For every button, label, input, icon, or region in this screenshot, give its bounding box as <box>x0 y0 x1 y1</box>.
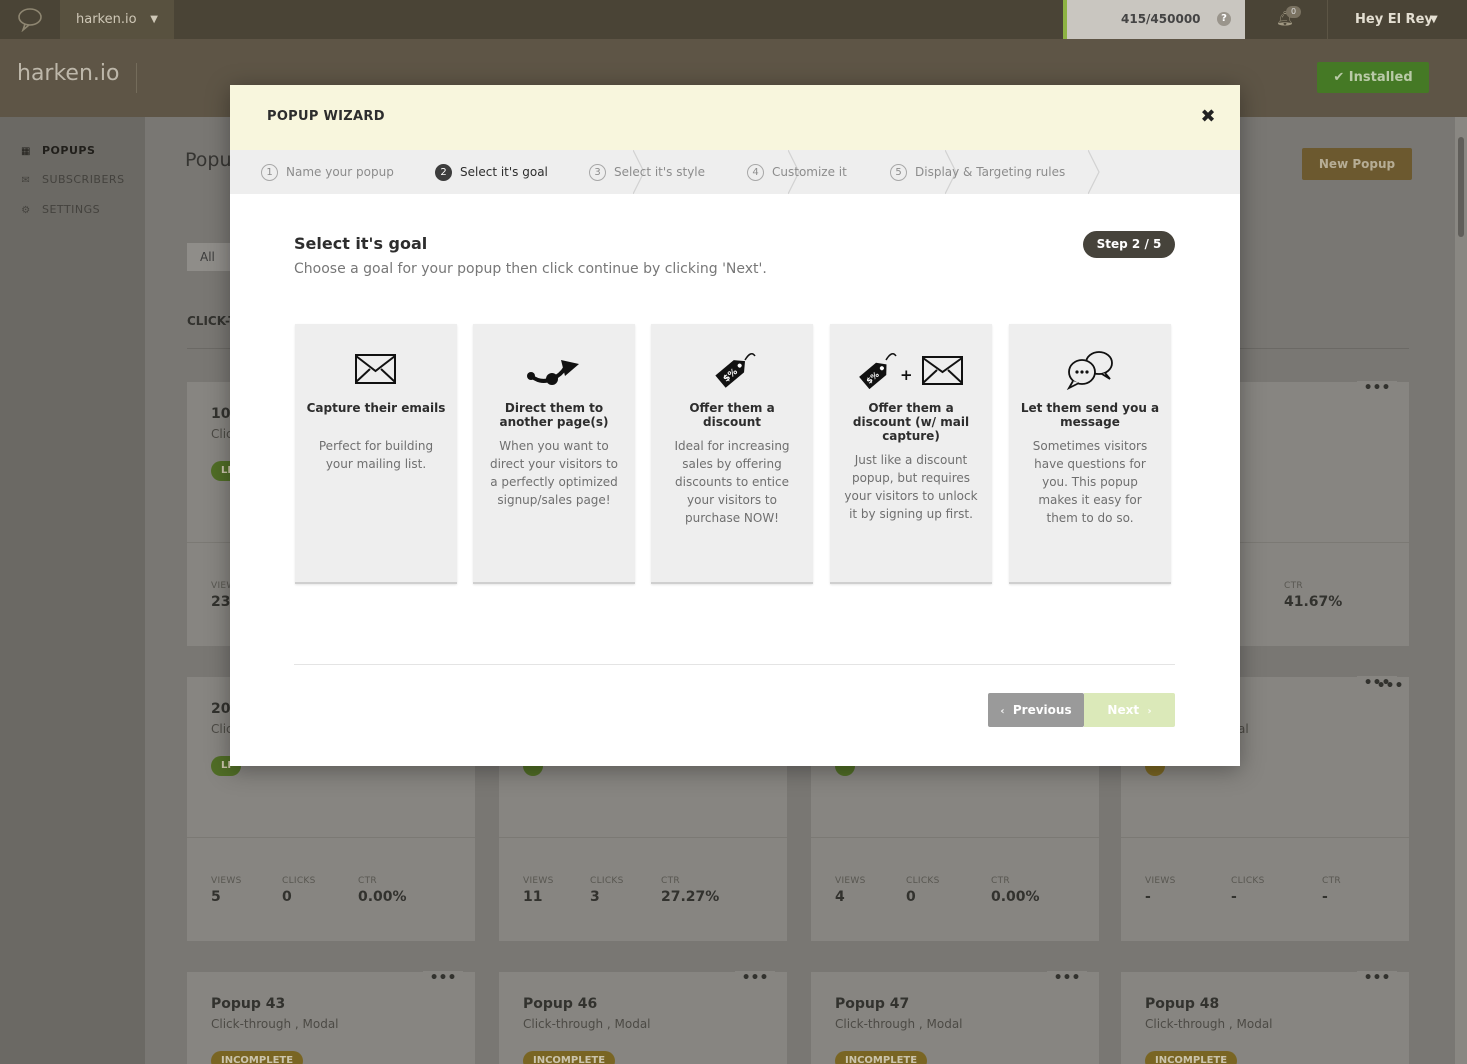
step-name-your-popup[interactable]: 1 Name your popup <box>261 150 394 194</box>
goal-title: Capture their emails <box>306 401 446 415</box>
step-select-goal[interactable]: 2 Select it's goal <box>435 150 548 194</box>
previous-label: Previous <box>1012 703 1072 717</box>
site-switcher[interactable]: harken.io ▼ <box>60 0 174 39</box>
plus-sign: + <box>900 366 913 384</box>
footer-divider <box>294 664 1175 665</box>
step-label: Name your popup <box>286 165 394 179</box>
modal-title: POPUP WIZARD <box>267 109 385 124</box>
chevron-down-icon: ▼ <box>150 14 158 25</box>
content-subtitle: Choose a goal for your popup then click … <box>294 261 767 277</box>
logo-speech-bubble-icon[interactable] <box>16 6 44 32</box>
step-label: Select it's goal <box>460 165 548 179</box>
popup-wizard-modal: POPUP WIZARD ✖ 1 Name your popup 2 Select … <box>230 85 1240 766</box>
wizard-steps: 1 Name your popup 2 Select it's goal 3 Sele… <box>230 150 1240 194</box>
goal-discount-with-mail-capture[interactable]: $% + Offer them a discount (w/ mail capt… <box>830 324 992 584</box>
next-button[interactable]: Next › <box>1084 693 1175 727</box>
notification-count-badge: 0 <box>1286 6 1301 18</box>
close-icon[interactable]: ✖ <box>1196 105 1220 129</box>
chevron-right-icon: › <box>1147 706 1152 717</box>
step-select-style[interactable]: 3 Select it's style <box>589 150 705 194</box>
goal-description: Perfect for building your mailing list. <box>318 439 434 471</box>
step-label: Select it's style <box>614 165 706 179</box>
goal-capture-emails[interactable]: Capture their emails Perfect for buildin… <box>295 324 457 584</box>
goal-redirect[interactable]: Direct them to another page(s) When you … <box>473 324 635 584</box>
step-number: 3 <box>589 164 606 181</box>
step-separator-chevron <box>1088 150 1100 194</box>
step-label: Customize it <box>772 165 847 179</box>
goal-title: Offer them a discount (w/ mail capture) <box>852 401 970 443</box>
tag-plus-envelope-icon: $% + <box>859 353 963 390</box>
goal-title: Offer them a discount <box>689 401 775 429</box>
step-number: 1 <box>261 164 278 181</box>
step-display-targeting[interactable]: 5 Display & Targeting rules <box>890 150 1065 194</box>
topbar-divider <box>1327 0 1328 39</box>
goal-description: Sometimes visitors have questions for yo… <box>1032 439 1148 525</box>
previous-button[interactable]: ‹ Previous <box>988 693 1084 727</box>
goal-description: When you want to direct your visitors to… <box>489 439 619 507</box>
step-progress-badge: Step 2 / 5 <box>1083 231 1175 258</box>
top-bar: harken.io ▼ 415/450000 ? 🔔︎ 0 Hey El Rey… <box>0 0 1467 39</box>
goal-title: Let them send you a message <box>1020 401 1160 429</box>
chevron-down-icon[interactable]: ▼ <box>1430 0 1438 39</box>
usage-counter: 415/450000 ? <box>1063 0 1245 39</box>
redirect-arrow-icon <box>527 360 579 385</box>
goal-send-message[interactable]: Let them send you a message Sometimes vi… <box>1009 324 1171 584</box>
step-number: 5 <box>890 164 907 181</box>
step-customize[interactable]: 4 Customize it <box>747 150 847 194</box>
goal-title: Direct them to another page(s) <box>499 401 609 429</box>
envelope-icon <box>355 354 396 384</box>
usage-value: 415/450000 <box>1121 12 1201 26</box>
step-number: 2 <box>435 164 452 181</box>
goal-description: Ideal for increasing sales by offering d… <box>674 439 790 525</box>
step-number: 4 <box>747 164 764 181</box>
content-title: Select it's goal <box>294 234 428 253</box>
next-label: Next <box>1107 703 1140 717</box>
price-tag-icon: $% <box>715 353 756 388</box>
chevron-left-icon: ‹ <box>1000 706 1005 717</box>
modal-header: POPUP WIZARD ✖ <box>230 85 1240 150</box>
chat-bubbles-icon <box>1066 351 1113 390</box>
goal-discount[interactable]: $% Offer them a discount Ideal for incre… <box>651 324 813 584</box>
site-switcher-label: harken.io <box>76 12 137 27</box>
help-icon[interactable]: ? <box>1217 12 1231 26</box>
goal-description: Just like a discount popup, but requires… <box>844 453 978 521</box>
user-menu[interactable]: Hey El Rey <box>1355 0 1433 39</box>
step-label: Display & Targeting rules <box>915 165 1066 179</box>
